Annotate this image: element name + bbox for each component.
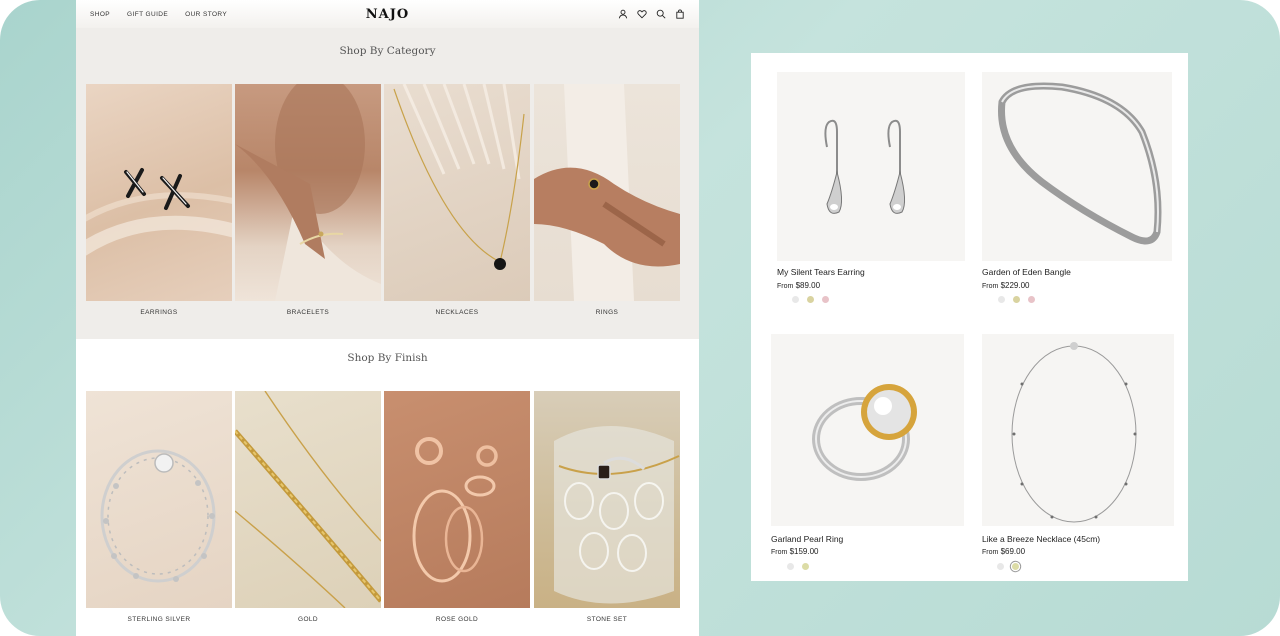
category-label-earrings[interactable]: EARRINGS: [86, 309, 232, 316]
screenshot-frame: SHOP GIFT GUIDE OUR STORY NAJO Shop By C…: [0, 0, 1280, 636]
earring-product-image: [824, 119, 906, 214]
product-image-bangle[interactable]: [982, 72, 1172, 261]
category-label-bracelets[interactable]: BRACELETS: [235, 309, 381, 316]
swatch-silver[interactable]: [787, 563, 794, 570]
swatch-gold[interactable]: [802, 563, 809, 570]
swatch-silver[interactable]: [997, 563, 1004, 570]
cart-icon[interactable]: [675, 9, 685, 19]
product-grid-panel: My Silent Tears Earring From $89.00 Gard…: [751, 53, 1188, 581]
gold-photo: [235, 391, 381, 608]
category-tile-necklaces[interactable]: [384, 84, 530, 301]
bangle-product-image: [998, 82, 1162, 245]
product-name[interactable]: My Silent Tears Earring: [777, 267, 865, 277]
product-price: From $69.00: [982, 547, 1026, 556]
site-logo[interactable]: NAJO: [366, 7, 409, 22]
color-swatches: [998, 296, 1035, 303]
swatch-silver[interactable]: [792, 296, 799, 303]
finish-label-rose-gold[interactable]: ROSE GOLD: [384, 616, 530, 623]
color-swatches: [787, 563, 809, 570]
necklaces-photo: [393, 84, 525, 270]
finish-section-title: Shop By Finish: [347, 352, 428, 364]
shop-by-category-section: Shop By Category EARRINGS BRACELETS NECK…: [76, 28, 699, 339]
stone-set-photo: [554, 426, 680, 604]
category-tile-bracelets[interactable]: [235, 84, 381, 301]
product-name[interactable]: Like a Breeze Necklace (45cm): [982, 534, 1100, 544]
shop-by-finish-section: Shop By Finish STERLING SILVER GOLD ROSE…: [76, 339, 699, 636]
color-swatches: [997, 563, 1019, 570]
product-name[interactable]: Garland Pearl Ring: [771, 534, 843, 544]
wishlist-icon[interactable]: [637, 9, 647, 19]
finish-label-sterling-silver[interactable]: STERLING SILVER: [86, 616, 232, 623]
product-price: From $89.00: [777, 281, 821, 290]
color-swatches: [792, 296, 829, 303]
product-image-necklace[interactable]: [982, 334, 1174, 526]
ring-product-image: [812, 384, 917, 481]
product-price: From $229.00: [982, 281, 1030, 290]
nav-gift-guide-link[interactable]: GIFT GUIDE: [127, 11, 168, 18]
swatch-gold[interactable]: [1013, 296, 1020, 303]
nav-our-story-link[interactable]: OUR STORY: [185, 11, 227, 18]
finish-tile-sterling-silver[interactable]: [86, 391, 232, 608]
finish-tile-rose-gold[interactable]: [384, 391, 530, 608]
finish-label-gold[interactable]: GOLD: [235, 616, 381, 623]
category-tile-rings[interactable]: [534, 84, 680, 301]
finish-tile-gold[interactable]: [235, 391, 381, 608]
product-price: From $159.00: [771, 547, 819, 556]
product-image-ring[interactable]: [771, 334, 964, 526]
account-icon[interactable]: [618, 9, 628, 19]
top-nav: SHOP GIFT GUIDE OUR STORY NAJO: [76, 0, 699, 28]
earrings-photo: [86, 168, 232, 256]
rose-gold-photo: [412, 437, 498, 583]
rings-photo: [534, 84, 680, 301]
nav-shop-link[interactable]: SHOP: [90, 11, 110, 18]
product-image-earring[interactable]: [777, 72, 965, 261]
swatch-rose-gold[interactable]: [822, 296, 829, 303]
finish-label-stone-set[interactable]: STONE SET: [534, 616, 680, 623]
swatch-silver[interactable]: [998, 296, 1005, 303]
swatch-gold[interactable]: [807, 296, 814, 303]
category-tile-earrings[interactable]: [86, 84, 232, 301]
product-name[interactable]: Garden of Eden Bangle: [982, 267, 1071, 277]
necklace-product-image: [1011, 342, 1137, 523]
category-section-title: Shop By Category: [339, 45, 436, 57]
finish-tile-stone-set[interactable]: [534, 391, 680, 608]
bracelets-photo: [235, 84, 381, 301]
website-panel: SHOP GIFT GUIDE OUR STORY NAJO Shop By C…: [76, 0, 699, 636]
swatch-rose-gold[interactable]: [1028, 296, 1035, 303]
category-label-necklaces[interactable]: NECKLACES: [384, 309, 530, 316]
category-label-rings[interactable]: RINGS: [534, 309, 680, 316]
swatch-gold-selected[interactable]: [1012, 563, 1019, 570]
search-icon[interactable]: [656, 9, 666, 19]
sterling-silver-photo: [100, 449, 216, 583]
